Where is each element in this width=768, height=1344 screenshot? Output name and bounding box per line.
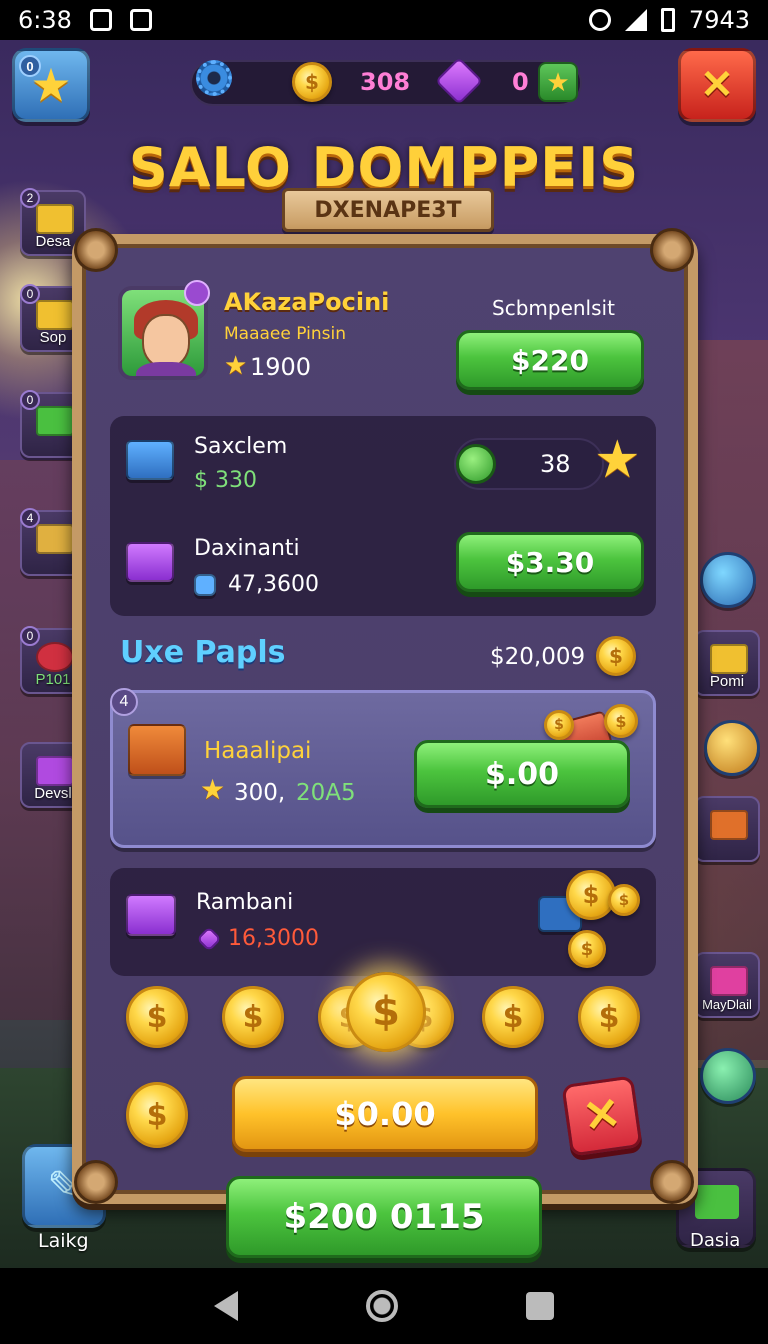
purple-chest-icon	[126, 542, 174, 582]
panel-corner-ornament	[650, 228, 694, 272]
gem-count: 0	[512, 68, 529, 96]
coin-icon: $	[222, 986, 284, 1048]
green-orb-icon	[456, 444, 496, 484]
battery-icon	[660, 8, 675, 32]
player-score: 1900	[250, 353, 312, 381]
buy-330-button[interactable]: $3.30	[456, 532, 644, 592]
status-time: 6:38	[18, 6, 72, 34]
avatar-badge-icon	[184, 280, 210, 306]
coin-icon: $	[604, 704, 638, 738]
settings-gear-icon[interactable]	[196, 60, 232, 96]
coin-icon: $	[482, 986, 544, 1048]
laikg-label: Laikg	[38, 1230, 89, 1252]
player-name: AKazaPocini	[224, 288, 390, 316]
chest-icon	[710, 810, 748, 840]
chest-icon	[36, 406, 74, 436]
coin-icon: $	[578, 986, 640, 1048]
offer-value: 300,	[234, 780, 286, 806]
add-star-button[interactable]: ★	[538, 62, 578, 102]
status-bar: 6:38 7943	[0, 0, 768, 40]
chest-icon	[36, 756, 74, 786]
status-right-text: 7943	[688, 6, 750, 34]
side-label: MayDlail	[702, 997, 752, 1012]
star-menu-button[interactable]: 0 ★	[12, 48, 90, 122]
buy-yellow-button[interactable]: $0.00	[232, 1076, 538, 1152]
cancel-button[interactable]: ✕	[561, 1075, 643, 1157]
buy-green-button[interactable]: $200 0115	[226, 1176, 542, 1258]
gold-bar-icon	[36, 204, 74, 234]
avatar-body	[136, 362, 196, 376]
item-value: $ 330	[194, 468, 257, 493]
notification-icon	[89, 9, 112, 31]
close-button[interactable]: ✕	[678, 48, 756, 122]
title-banner: DXENAPE3T	[282, 188, 494, 232]
avatar-face	[142, 314, 190, 368]
side-item-pomi[interactable]: Pomi	[694, 630, 760, 696]
system-nav-bar	[0, 1268, 768, 1344]
dasia-label: Dasia	[690, 1230, 741, 1251]
close-icon: ✕	[580, 1088, 624, 1143]
back-icon[interactable]	[214, 1291, 238, 1321]
coin-icon: $	[608, 884, 640, 916]
side-label: Pomi	[709, 673, 745, 690]
item-name: Daxinanti	[194, 536, 300, 561]
recent-apps-icon[interactable]	[526, 1292, 554, 1320]
coin-icon: $	[292, 62, 332, 102]
signal-icon	[624, 9, 647, 31]
coin-icon: $	[126, 986, 188, 1048]
glowing-coin-icon: $	[346, 972, 426, 1052]
offer-value-extra: 20A5	[296, 780, 356, 806]
star-icon: ★	[224, 350, 248, 380]
buy-offer-button[interactable]: $.00	[414, 740, 630, 808]
offer-value: 16,3000	[228, 926, 319, 951]
item-counter-value: 38	[540, 450, 571, 478]
purple-chest-icon	[126, 894, 176, 936]
app-notification-icon	[129, 9, 152, 31]
offer-name: Haaalipai	[204, 738, 312, 764]
star-icon: ★	[200, 774, 226, 805]
side-badge: 0	[20, 626, 40, 646]
coin-icon: $	[568, 930, 606, 968]
coin-count: 308	[360, 68, 411, 96]
side-item-medal[interactable]	[704, 720, 760, 776]
panel-corner-ornament	[74, 228, 118, 272]
emblem-icon	[36, 642, 74, 672]
player-subtitle: Maaaee Pinsin	[224, 324, 346, 344]
coin-icon: $	[596, 636, 636, 676]
coin-icon: $	[126, 1082, 188, 1148]
alarm-icon	[588, 9, 611, 31]
cube-icon	[194, 574, 216, 596]
side-item-orange-chest[interactable]	[694, 796, 760, 862]
player-label: Scbmpenlsit	[492, 296, 615, 320]
side-item-maydlail[interactable]: MayDlail	[694, 952, 760, 1018]
orange-chest-icon	[128, 724, 186, 776]
star-icon	[710, 644, 748, 674]
buy-220-button[interactable]: $220	[456, 330, 644, 390]
star-icon: ★	[594, 431, 641, 489]
game-scene: 0 ★ ✕ $ 308 0 ★ SALO DOMPPEIS DXENAPE3T …	[0, 40, 768, 1268]
chest-icon	[710, 966, 748, 996]
blue-chest-icon	[126, 440, 174, 480]
key-icon	[36, 524, 74, 554]
item-value: 47,3600	[228, 572, 319, 597]
side-item-green-orb[interactable]	[700, 1048, 756, 1104]
section-total: $20,009	[490, 644, 586, 670]
section-title: Uxe Papls	[120, 635, 286, 670]
item-name: Saxclem	[194, 434, 288, 459]
home-icon[interactable]	[366, 1290, 398, 1322]
panel-corner-ornament	[650, 1160, 694, 1204]
chest-icon	[695, 1185, 739, 1219]
offer-name: Rambani	[196, 890, 294, 915]
coin-icon: $	[544, 710, 574, 740]
offer-badge: 4	[110, 688, 138, 716]
side-item-potion[interactable]	[700, 552, 756, 608]
star-icon: ★	[546, 67, 570, 97]
panel-corner-ornament	[74, 1160, 118, 1204]
close-icon: ✕	[700, 63, 734, 107]
gold-bar-icon	[36, 300, 74, 330]
notification-badge: 0	[19, 55, 41, 77]
